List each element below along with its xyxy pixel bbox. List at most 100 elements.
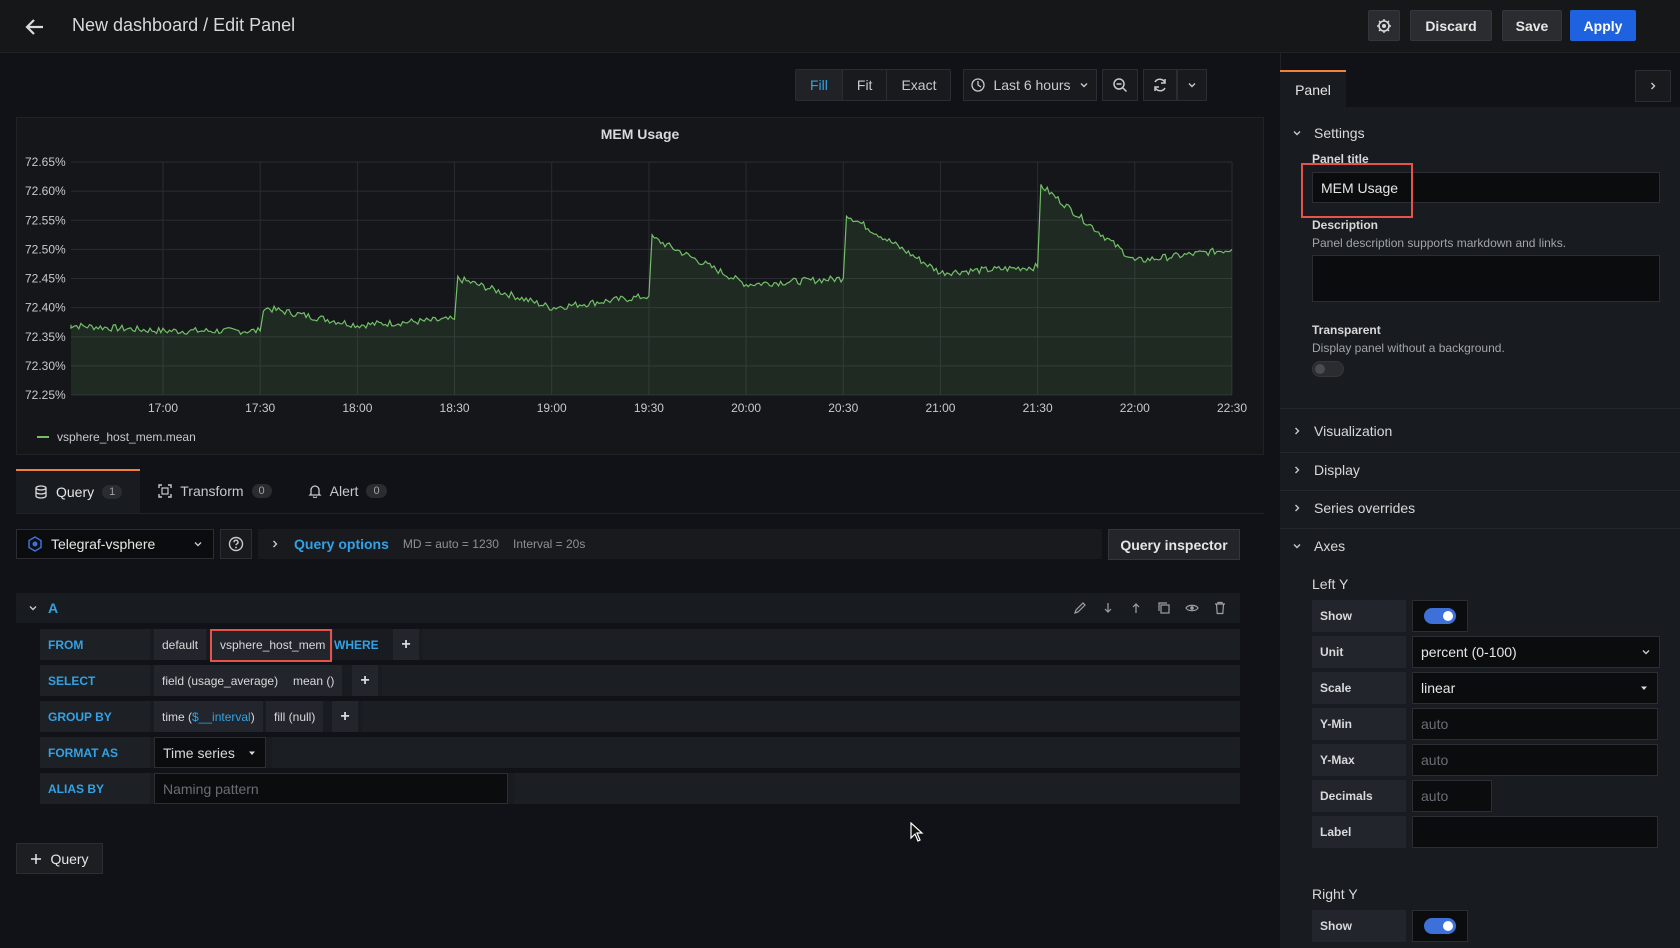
format-as-select[interactable]: Time series <box>154 737 266 768</box>
add-select-button[interactable]: + <box>352 665 378 696</box>
chevron-down-icon <box>1642 650 1650 655</box>
toggle-knob <box>1315 364 1325 374</box>
group-by-row-filler <box>362 701 1240 732</box>
page-title: New dashboard / Edit Panel <box>72 15 296 35</box>
back-button[interactable] <box>20 12 50 42</box>
panel-title-input[interactable]: MEM Usage <box>1312 172 1660 203</box>
chevron-down-icon <box>1293 544 1301 549</box>
duplicate-icon[interactable] <box>1156 600 1172 616</box>
x-tick-label: 22:00 <box>1120 401 1150 415</box>
y-tick-label: 72.60% <box>25 184 66 198</box>
discard-button[interactable]: Discard <box>1410 10 1492 41</box>
chevron-right-icon <box>1651 82 1656 90</box>
unit-label: Unit <box>1312 636 1406 668</box>
series-overrides-section-header[interactable]: Series overrides <box>1292 497 1415 519</box>
add-query-label: Query <box>50 850 89 867</box>
ymax-input[interactable]: auto <box>1412 744 1658 776</box>
arrow-left-icon <box>25 19 43 35</box>
scale-select[interactable]: linear <box>1412 672 1658 704</box>
query-options-bar[interactable]: Query options MD = auto = 1230 Interval … <box>258 529 1102 559</box>
right-y-show-label: Show <box>1312 910 1406 942</box>
max-data-points-info: MD = auto = 1230 <box>402 537 499 551</box>
query-row-header[interactable]: A <box>16 593 1240 623</box>
chevron-down-icon <box>1293 131 1301 136</box>
unit-select[interactable]: percent (0-100) <box>1412 636 1660 668</box>
settings-button[interactable] <box>1368 10 1400 41</box>
settings-section-header[interactable]: Settings <box>1292 122 1365 144</box>
series-area <box>71 184 1232 395</box>
x-tick-label: 20:00 <box>731 401 761 415</box>
left-y-show-toggle[interactable] <box>1424 608 1456 624</box>
refresh-icon <box>1154 78 1166 92</box>
save-button[interactable]: Save <box>1502 10 1562 41</box>
group-by-keyword: GROUP BY <box>40 701 150 732</box>
time-suffix: ) <box>250 709 255 724</box>
visualization-title: Visualization <box>1314 423 1393 439</box>
display-section-header[interactable]: Display <box>1292 459 1360 481</box>
right-y-show-toggle[interactable] <box>1424 918 1456 934</box>
chevron-down-icon <box>1188 83 1196 88</box>
select-aggregation[interactable]: mean () <box>285 665 343 696</box>
y-tick-label: 72.45% <box>25 272 66 286</box>
mode-exact[interactable]: Exact <box>887 70 950 100</box>
transparent-toggle[interactable] <box>1312 361 1344 377</box>
tab-alert[interactable]: Alert 0 <box>290 469 405 513</box>
query-options-link[interactable]: Query options <box>294 536 389 552</box>
move-down-icon[interactable] <box>1100 600 1116 616</box>
eye-icon[interactable] <box>1184 600 1200 616</box>
tab-query[interactable]: Query 1 <box>16 469 141 513</box>
time-prefix: time ( <box>162 709 192 724</box>
display-title: Display <box>1314 462 1360 478</box>
tab-transform[interactable]: Transform 0 <box>140 469 289 513</box>
question-circle-icon <box>228 536 244 552</box>
mode-fit[interactable]: Fit <box>843 70 888 100</box>
axes-section-header[interactable]: Axes <box>1292 535 1345 557</box>
group-by-fill[interactable]: fill (null) <box>266 701 324 732</box>
section-divider <box>1280 452 1680 453</box>
apply-button[interactable]: Apply <box>1570 10 1636 41</box>
y-tick-label: 72.25% <box>25 388 66 402</box>
add-where-button[interactable]: + <box>393 629 419 660</box>
left-y-show-label: Show <box>1312 600 1406 632</box>
query-inspector-button[interactable]: Query inspector <box>1108 529 1240 560</box>
x-tick-label: 20:30 <box>828 401 858 415</box>
select-keyword: SELECT <box>40 665 150 696</box>
datasource-select[interactable]: Telegraf-vsphere <box>16 529 214 559</box>
help-button[interactable] <box>220 529 252 559</box>
query-ref-id[interactable]: A <box>48 600 58 616</box>
select-field[interactable]: field (usage_average) <box>154 665 287 696</box>
collapse-options-button[interactable] <box>1635 70 1671 102</box>
tab-panel[interactable]: Panel <box>1280 70 1346 107</box>
trash-icon[interactable] <box>1212 600 1228 616</box>
database-icon <box>35 485 47 499</box>
chevron-down-icon[interactable] <box>28 603 38 613</box>
move-up-icon[interactable] <box>1128 600 1144 616</box>
description-textarea[interactable] <box>1312 255 1660 302</box>
decimals-input[interactable]: auto <box>1412 780 1492 812</box>
x-tick-label: 18:30 <box>440 401 470 415</box>
zoom-out-button[interactable] <box>1102 69 1138 101</box>
visualization-section-header[interactable]: Visualization <box>1292 420 1392 442</box>
add-query-button[interactable]: Query <box>16 843 103 874</box>
axis-label-input[interactable] <box>1412 816 1658 848</box>
where-keyword[interactable]: WHERE <box>328 629 385 660</box>
ymin-label: Y-Min <box>1312 708 1406 740</box>
refresh-interval-dropdown[interactable] <box>1177 69 1207 101</box>
series-overrides-title: Series overrides <box>1314 500 1416 516</box>
alias-input[interactable]: Naming pattern <box>154 773 508 804</box>
edit-icon[interactable] <box>1072 600 1088 616</box>
chevron-right-icon <box>273 540 278 548</box>
chevron-down-icon <box>1080 83 1088 88</box>
time-picker[interactable]: Last 6 hours <box>963 69 1097 101</box>
group-by-time[interactable]: time ($__interval) <box>154 701 263 732</box>
retention-policy[interactable]: default <box>154 629 207 660</box>
mode-fill[interactable]: Fill <box>796 70 843 100</box>
chevron-right-icon <box>1295 427 1300 435</box>
chart-legend[interactable]: vsphere_host_mem.mean <box>37 430 196 444</box>
left-y-show-toggle-wrap <box>1412 600 1468 632</box>
refresh-button[interactable] <box>1143 69 1177 101</box>
add-group-by-button[interactable]: + <box>332 701 358 732</box>
measurement[interactable]: vsphere_host_mem <box>212 629 334 660</box>
format-row-filler <box>272 737 1240 768</box>
ymin-input[interactable]: auto <box>1412 708 1658 740</box>
